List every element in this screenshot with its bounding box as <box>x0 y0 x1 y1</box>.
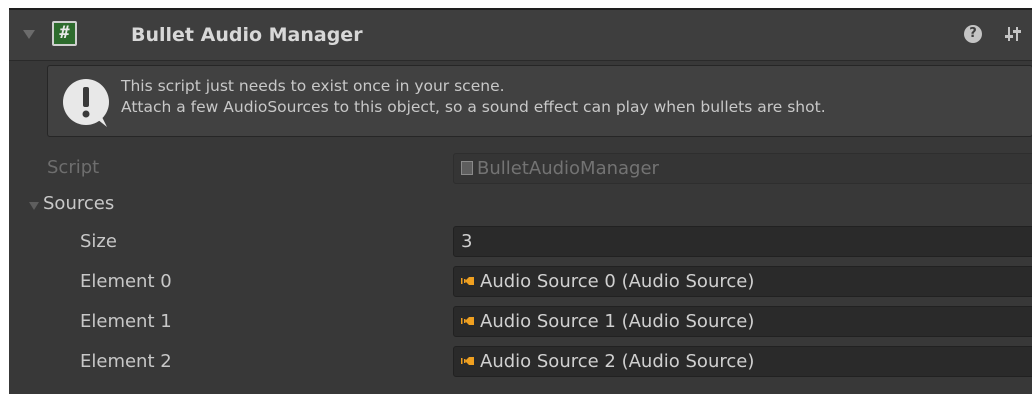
sources-label[interactable]: Sources <box>43 192 114 216</box>
info-helpbox: This script just needs to exist once in … <box>47 65 1032 137</box>
script-icon: # <box>52 21 77 46</box>
script-field: BulletAudioManager <box>453 153 1032 184</box>
inspector-panel: # Bullet Audio Manager ? This script jus… <box>9 8 1032 394</box>
element-1-value: Audio Source 1 (Audio Source) <box>480 311 755 332</box>
component-title: Bullet Audio Manager <box>131 24 363 46</box>
script-label: Script <box>47 157 100 178</box>
element-0-value: Audio Source 0 (Audio Source) <box>480 271 755 292</box>
size-input[interactable]: 3 <box>453 226 1032 257</box>
element-1-label: Element 1 <box>80 311 172 332</box>
element-2-object-field[interactable]: Audio Source 2 (Audio Source) <box>453 346 1032 377</box>
element-0-label: Element 0 <box>80 271 172 292</box>
element-2-value: Audio Source 2 (Audio Source) <box>480 351 755 372</box>
info-icon <box>63 79 109 127</box>
script-icon <box>461 161 473 175</box>
help-icon[interactable]: ? <box>964 25 982 43</box>
presets-icon[interactable] <box>1003 24 1023 44</box>
element-2-label: Element 2 <box>80 351 172 372</box>
element-1-object-field[interactable]: Audio Source 1 (Audio Source) <box>453 306 1032 337</box>
helpbox-line: Attach a few AudioSources to this object… <box>121 98 826 116</box>
audio-source-icon <box>461 317 474 325</box>
script-field-value: BulletAudioManager <box>477 158 659 179</box>
helpbox-line: This script just needs to exist once in … <box>121 77 505 95</box>
audio-source-icon <box>461 277 474 285</box>
size-label: Size <box>80 231 117 252</box>
foldout-arrow-icon[interactable] <box>23 30 35 39</box>
element-0-object-field[interactable]: Audio Source 0 (Audio Source) <box>453 266 1032 297</box>
audio-source-icon <box>461 357 474 365</box>
screenshot-frame: # Bullet Audio Manager ? This script jus… <box>0 0 1032 394</box>
helpbox-text: This script just needs to exist once in … <box>121 76 826 118</box>
component-header[interactable]: # Bullet Audio Manager ? <box>9 10 1032 61</box>
sources-foldout-arrow-icon[interactable] <box>29 202 39 210</box>
